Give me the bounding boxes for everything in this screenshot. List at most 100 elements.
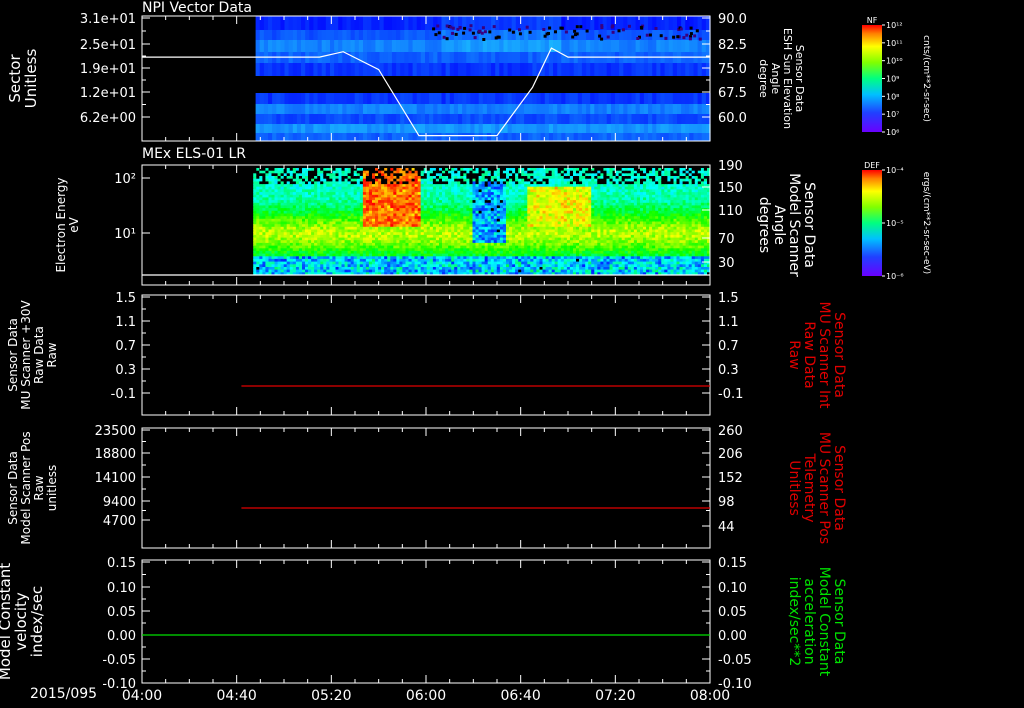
heat-cell bbox=[548, 63, 554, 76]
heat-cell bbox=[358, 63, 364, 76]
heat-cell bbox=[338, 30, 343, 40]
heat-cell bbox=[557, 104, 562, 114]
heat-cell bbox=[367, 16, 372, 30]
heat-cell bbox=[631, 40, 637, 52]
heat-cell bbox=[453, 40, 459, 52]
heat-cell bbox=[268, 30, 273, 40]
heat-cell bbox=[515, 124, 521, 133]
heat-speck bbox=[547, 32, 550, 35]
heat-cell bbox=[441, 16, 447, 30]
heat-cell bbox=[594, 40, 599, 52]
heat-cell bbox=[301, 114, 306, 124]
heat-cell bbox=[478, 93, 484, 104]
heat-cell bbox=[652, 114, 657, 124]
heat-cell bbox=[586, 93, 591, 104]
heat-cell bbox=[363, 40, 368, 52]
heat-cell bbox=[540, 40, 546, 52]
heat-cell bbox=[255, 30, 261, 40]
heat-cell bbox=[532, 40, 538, 52]
heat-cell bbox=[532, 104, 538, 114]
heat-cell bbox=[474, 133, 480, 141]
heat-cell bbox=[511, 124, 517, 133]
heat-cell bbox=[623, 133, 628, 141]
heat-cell bbox=[280, 104, 286, 114]
heat-cell bbox=[276, 93, 281, 104]
heat-cell bbox=[586, 63, 591, 76]
heat-cell bbox=[540, 93, 546, 104]
heat-cell bbox=[623, 40, 628, 52]
heat-cell bbox=[606, 16, 612, 30]
heat-cell bbox=[503, 16, 509, 30]
heat-cell bbox=[416, 124, 422, 133]
heat-cell bbox=[466, 30, 471, 40]
heat-cell bbox=[689, 104, 694, 114]
heat-cell bbox=[330, 133, 335, 141]
heat-cell bbox=[677, 114, 682, 124]
heat-cell bbox=[540, 104, 546, 114]
heat-cell bbox=[371, 133, 376, 141]
heat-cell bbox=[486, 93, 492, 104]
heat-cell bbox=[354, 93, 360, 104]
heat-cell bbox=[635, 93, 641, 104]
heat-cell bbox=[598, 114, 604, 124]
heat-cell bbox=[425, 104, 430, 114]
heat-cell bbox=[305, 40, 310, 52]
heat-cell bbox=[515, 40, 521, 52]
heat-cell bbox=[672, 93, 678, 104]
heat-cell bbox=[288, 93, 294, 104]
heat-cell bbox=[358, 30, 364, 40]
heat-cell bbox=[387, 133, 393, 141]
heat-cell bbox=[321, 63, 327, 76]
heat-cell bbox=[668, 104, 674, 114]
heat-cell bbox=[301, 63, 306, 76]
heat-cell bbox=[371, 40, 376, 52]
heat-cell bbox=[330, 16, 335, 30]
heat-cell bbox=[272, 114, 277, 124]
heat-speck bbox=[659, 34, 663, 38]
heat-cell bbox=[482, 63, 488, 76]
heat-cell bbox=[313, 93, 319, 104]
heat-cell bbox=[553, 93, 558, 104]
heat-cell bbox=[383, 104, 389, 114]
heat-cell bbox=[462, 104, 467, 114]
heat-cell bbox=[288, 16, 294, 30]
heat-speck bbox=[598, 34, 602, 38]
heat-cell bbox=[697, 93, 703, 104]
heat-cell bbox=[445, 52, 451, 63]
heat-cell bbox=[491, 40, 496, 52]
heat-cell bbox=[458, 93, 463, 104]
heat-cell bbox=[627, 16, 633, 30]
heat-cell bbox=[677, 104, 682, 114]
heat-cell bbox=[668, 63, 674, 76]
heat-cell bbox=[313, 124, 319, 133]
heat-cell bbox=[404, 16, 409, 30]
heat-cell bbox=[594, 133, 599, 141]
heat-cell bbox=[569, 104, 575, 114]
heat-cell bbox=[429, 114, 434, 124]
heat-cell bbox=[491, 104, 496, 114]
heat-cell bbox=[466, 93, 471, 104]
heat-cell bbox=[639, 63, 645, 76]
heat-cell bbox=[284, 114, 290, 124]
heat-cell bbox=[358, 114, 364, 124]
heat-cell bbox=[581, 40, 587, 52]
heat-cell bbox=[330, 63, 335, 76]
heat-cell bbox=[268, 63, 273, 76]
heat-cell bbox=[643, 114, 649, 124]
heat-cell bbox=[276, 16, 281, 30]
heat-cell bbox=[648, 124, 653, 133]
heat-cell bbox=[313, 40, 319, 52]
heat-cell bbox=[693, 104, 699, 114]
heat-cell bbox=[532, 30, 538, 40]
heat-cell bbox=[528, 52, 533, 63]
heat-cell bbox=[330, 40, 335, 52]
heat-cell bbox=[309, 114, 314, 124]
heat-cell bbox=[458, 133, 463, 141]
heat-cell bbox=[619, 63, 624, 76]
heat-cell bbox=[325, 16, 331, 30]
heat-cell bbox=[462, 133, 467, 141]
heat-cell bbox=[536, 40, 542, 52]
heat-cell bbox=[573, 93, 579, 104]
heat-cell bbox=[631, 133, 637, 141]
heat-cell bbox=[462, 30, 467, 40]
